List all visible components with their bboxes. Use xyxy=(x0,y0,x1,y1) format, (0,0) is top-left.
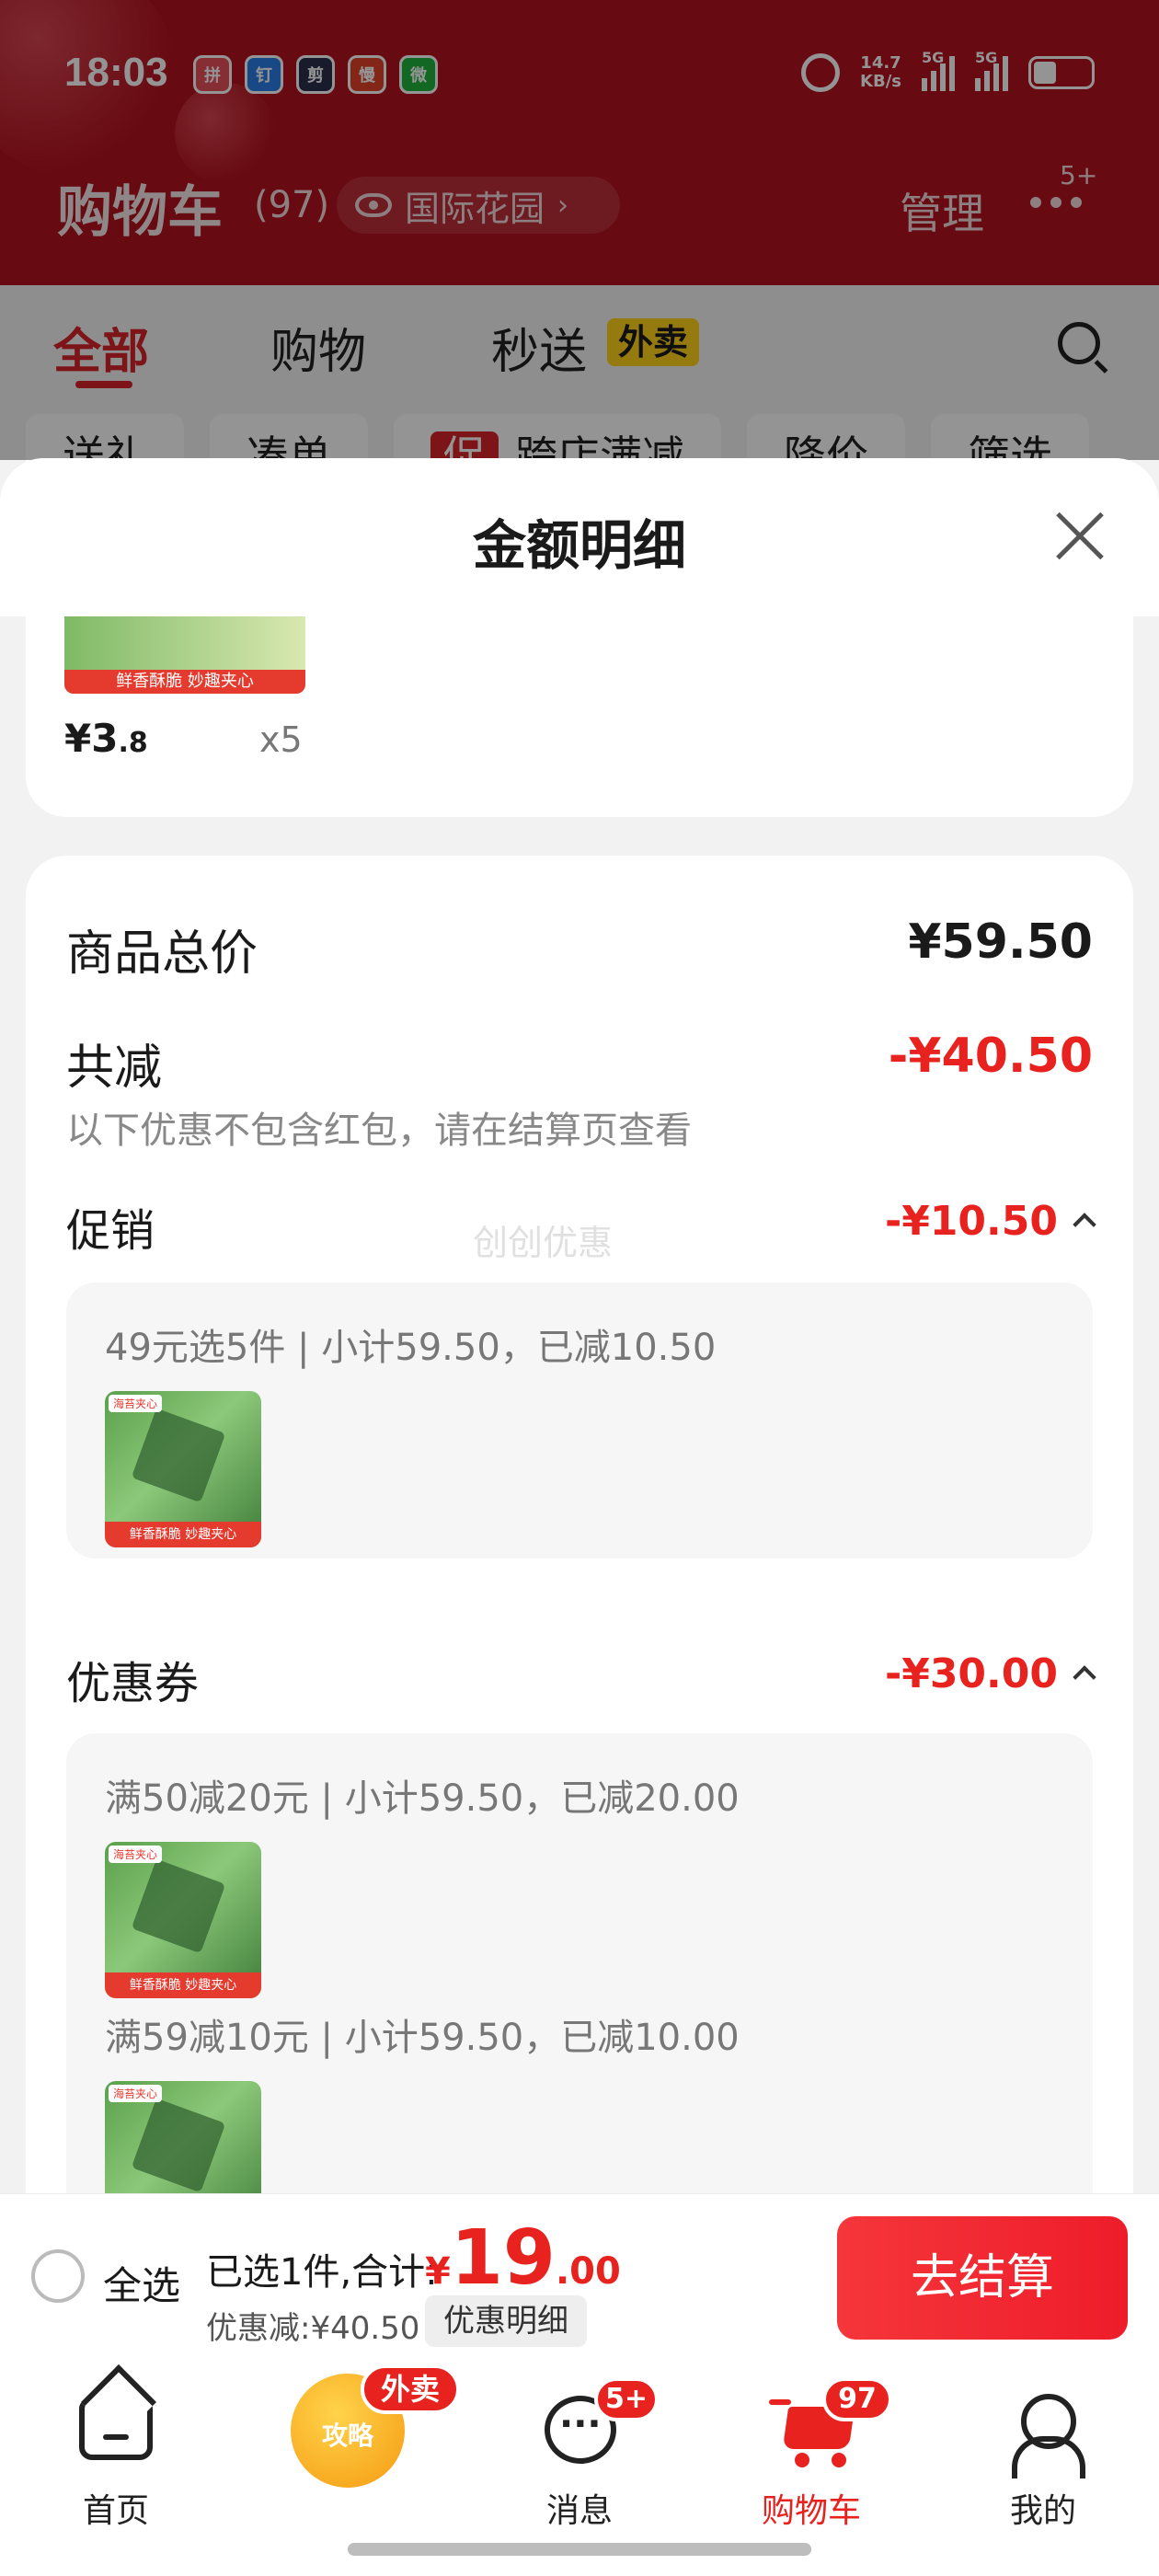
product-thumbnail: 海苔夹心 鲜香酥脆 妙趣夹心 xyxy=(105,1391,261,1547)
settlement-bar: 全选 已选1件,合计: ¥ 19 .00 优惠减:¥40.50 优惠明细 去结算 xyxy=(0,2193,1159,2359)
gonglue-label: 攻略 xyxy=(321,2421,373,2451)
nav-label: 首页 xyxy=(82,2492,149,2530)
reduce-value: -¥40.50 xyxy=(888,1029,1093,1084)
nav-label: 消息 xyxy=(545,2492,613,2530)
price-int: ¥3 xyxy=(64,716,119,761)
coupon-detail-text: 满50减20元 | 小计59.50，已减20.00 xyxy=(105,1777,740,1820)
promo-detail: 49元选5件 | 小计59.50，已减10.50 海苔夹心 鲜香酥脆 妙趣夹心 xyxy=(66,1282,1093,1558)
chevron-up-icon xyxy=(1073,1213,1096,1236)
product-image-caption: 鲜香酥脆 妙趣夹心 xyxy=(64,670,305,694)
select-all-label[interactable]: 全选 xyxy=(103,2255,180,2311)
coupon-value: -¥30.00 xyxy=(884,1650,1058,1697)
thumbnail-tag: 海苔夹心 xyxy=(109,1395,163,1412)
product-image: 鲜香酥脆 妙趣夹心 xyxy=(64,616,305,694)
total-label: 商品总价 xyxy=(66,926,258,982)
nav-label: 购物车 xyxy=(761,2492,861,2530)
select-all-checkbox[interactable] xyxy=(31,2249,85,2303)
home-indicator[interactable] xyxy=(348,2543,811,2556)
promo-detail-text: 49元选5件 | 小计59.50，已减10.50 xyxy=(105,1327,717,1369)
product-thumbnail: 海苔夹心 鲜香酥脆 妙趣夹心 xyxy=(105,1842,261,1998)
discount-detail-button[interactable]: 优惠明细 xyxy=(425,2295,587,2347)
reduce-label: 共减 xyxy=(66,1041,163,1096)
waimai-badge: 外卖 xyxy=(361,2364,460,2414)
promo-label: 促销 xyxy=(66,1205,155,1257)
modal-overlay[interactable] xyxy=(0,0,1159,460)
checkout-button[interactable]: 去结算 xyxy=(837,2216,1128,2340)
total-int: 19 xyxy=(450,2214,556,2302)
currency-symbol: ¥ xyxy=(425,2250,451,2293)
cart-badge: 97 xyxy=(822,2377,892,2421)
selected-count: 已选1件,合计: xyxy=(206,2251,438,2294)
thumbnail-caption: 鲜香酥脆 妙趣夹心 xyxy=(105,1972,261,1998)
product-qty: x5 xyxy=(259,719,303,760)
sheet-title: 金额明细 xyxy=(472,514,686,577)
product-price: ¥3.8 xyxy=(64,716,148,761)
nav-label: 我的 xyxy=(1009,2492,1076,2530)
home-icon xyxy=(79,2399,153,2460)
discount-amount: 优惠减:¥40.50 xyxy=(206,2310,420,2347)
total-price: ¥ 19 .00 xyxy=(425,2214,621,2302)
user-icon xyxy=(1012,2394,1085,2478)
price-dec: .8 xyxy=(118,727,148,759)
product-card: 鲜香酥脆 妙趣夹心 ¥3.8 x5 xyxy=(26,616,1133,817)
promo-toggle[interactable]: -¥10.50 xyxy=(884,1198,1096,1245)
reduce-note: 以下优惠不包含红包，请在结算页查看 xyxy=(66,1110,692,1152)
total-value: ¥59.50 xyxy=(908,914,1093,970)
close-icon[interactable] xyxy=(1054,510,1106,561)
thumbnail-tag: 海苔夹心 xyxy=(109,1846,163,1863)
thumbnail-tag: 海苔夹心 xyxy=(109,2085,163,2102)
sheet-header: 金额明细 xyxy=(0,458,1159,616)
coupon-toggle[interactable]: -¥30.00 xyxy=(884,1650,1096,1697)
coupon-label: 优惠券 xyxy=(66,1658,200,1709)
total-dec: .00 xyxy=(555,2250,621,2293)
watermark: 创创优惠 xyxy=(473,1223,614,1263)
thumbnail-caption: 鲜香酥脆 妙趣夹心 xyxy=(105,1522,261,1547)
coupon-detail-text: 满59减10元 | 小计59.50，已减10.00 xyxy=(105,2017,740,2059)
chevron-up-icon xyxy=(1073,1665,1096,1689)
promo-value: -¥10.50 xyxy=(884,1198,1058,1245)
messages-badge: 5+ xyxy=(594,2377,659,2421)
